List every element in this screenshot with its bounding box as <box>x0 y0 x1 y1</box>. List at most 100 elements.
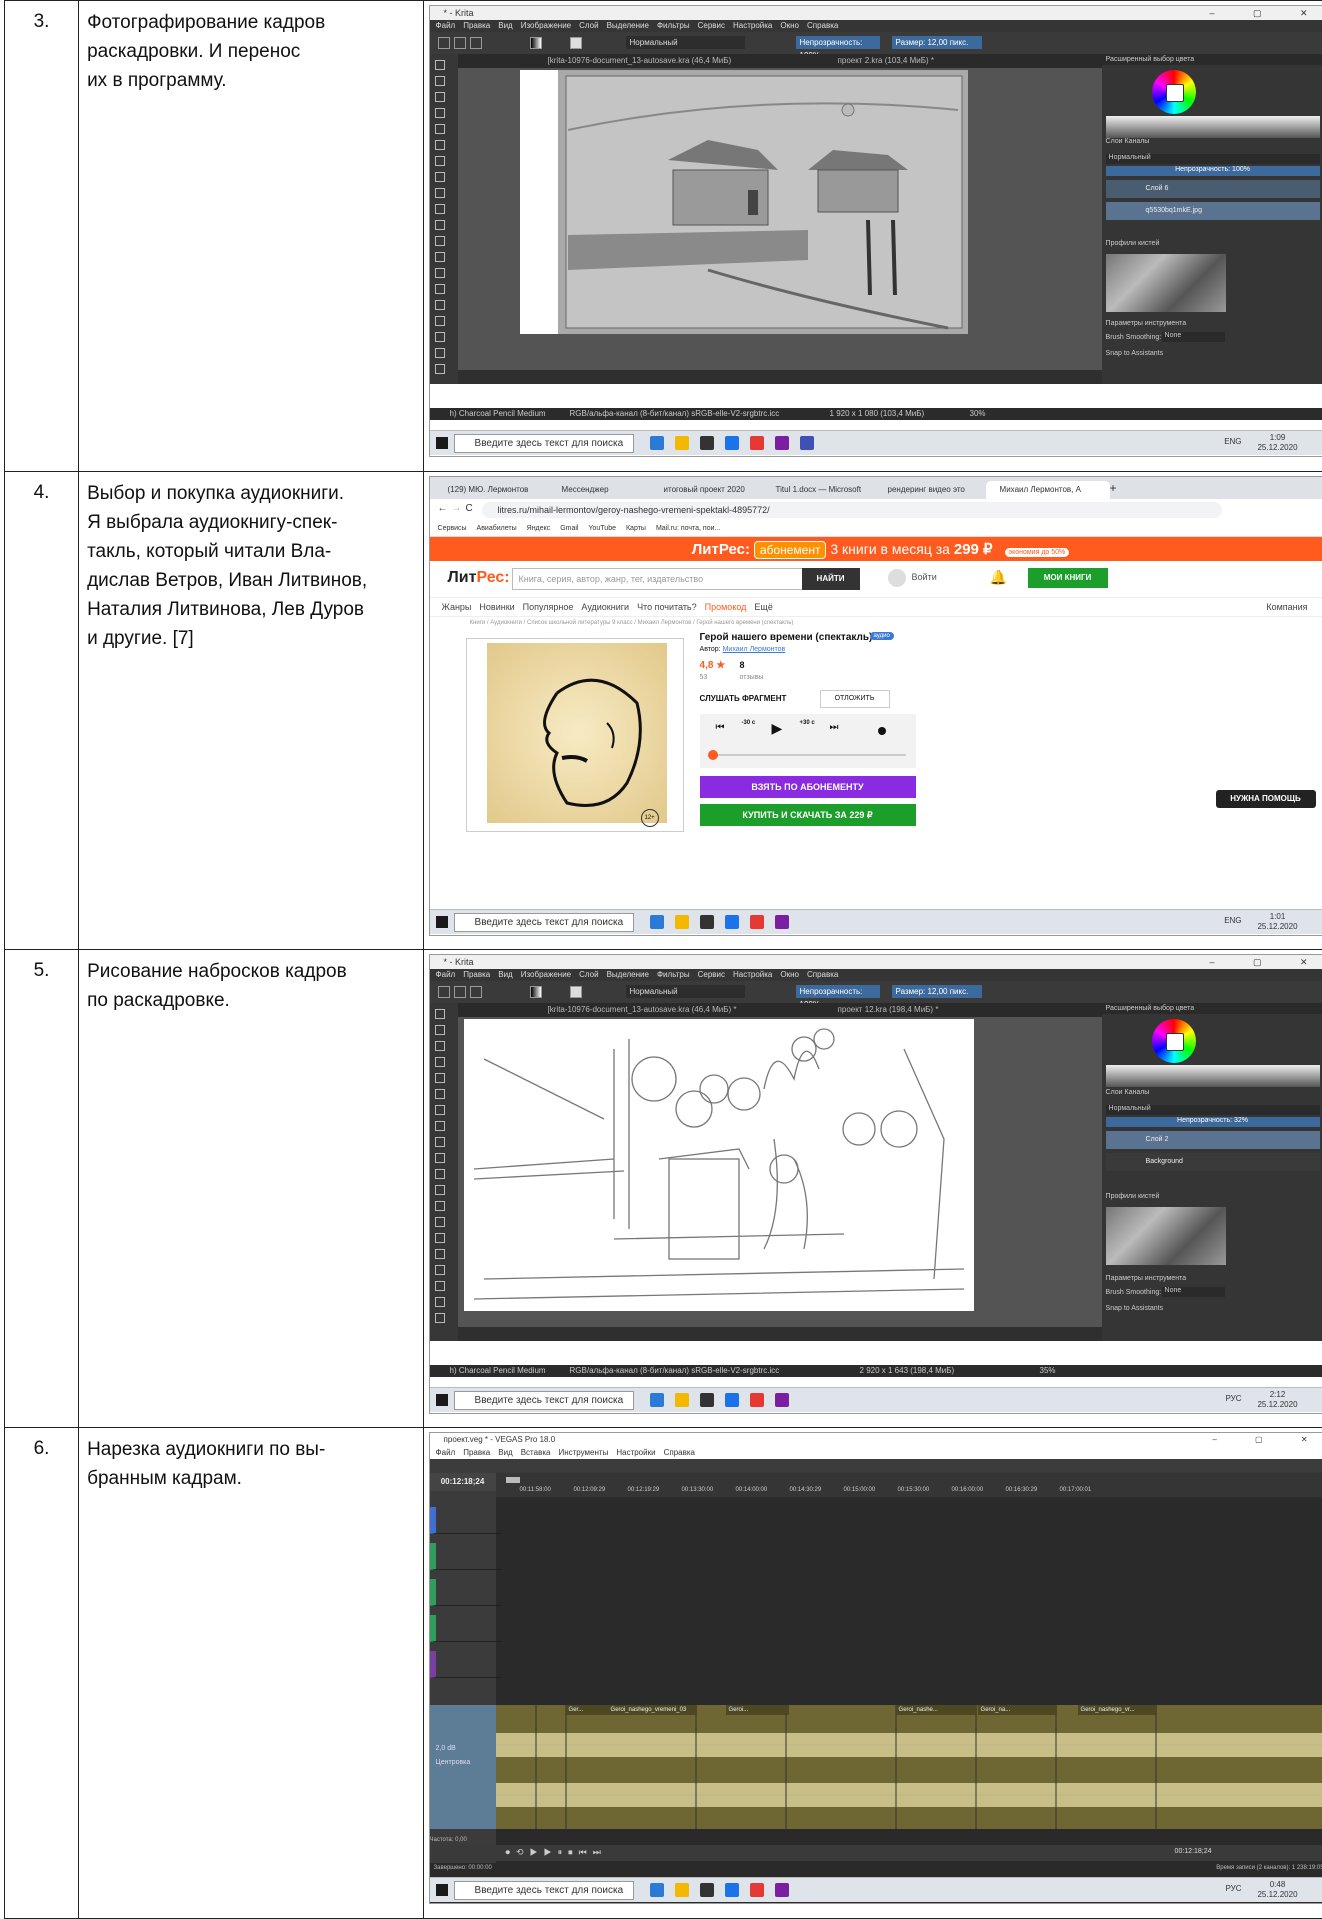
brush-preset-icon[interactable] <box>570 37 582 49</box>
language-indicator[interactable]: РУС <box>1226 1394 1242 1403</box>
menu-edit[interactable]: Правка <box>463 1448 490 1457</box>
gradient-icon[interactable] <box>530 37 542 49</box>
bookmark[interactable]: Карты <box>626 525 646 532</box>
forward-icon[interactable]: → <box>452 503 462 514</box>
audio-clip[interactable]: Geroi_nashe... <box>896 1705 977 1715</box>
bookmark[interactable]: Авиабилеты <box>477 525 517 532</box>
menu-file[interactable]: Файл <box>436 970 456 979</box>
tool-icon[interactable] <box>435 1137 445 1147</box>
tab-document-1[interactable]: [krita-10976-document_13-autosave.kra (4… <box>548 54 732 68</box>
tool-icon[interactable] <box>435 1249 445 1259</box>
tool-icon[interactable] <box>435 300 445 310</box>
reviews-count[interactable]: 8 <box>740 660 745 670</box>
tab-document-2[interactable]: проект 2.kra (103,4 МиБ) * <box>838 54 934 68</box>
nav-more[interactable]: Ещё <box>754 602 772 612</box>
menu-settings[interactable]: Настройки <box>616 1448 655 1457</box>
tool-icon[interactable] <box>435 1297 445 1307</box>
bookmark[interactable]: YouTube <box>588 525 616 532</box>
back-icon[interactable]: ← <box>438 503 448 514</box>
menu-layer[interactable]: Слой <box>579 970 598 979</box>
subscribe-button[interactable]: ВЗЯТЬ ПО АБОНЕМЕНТУ <box>700 776 916 798</box>
buy-button[interactable]: КУПИТЬ И СКАЧАТЬ ЗА 229 ₽ <box>700 804 916 826</box>
progress-handle[interactable] <box>708 750 718 760</box>
audio-track-header[interactable]: 2,0 dB Центровка <box>430 1705 496 1829</box>
app-icon[interactable] <box>700 1883 714 1897</box>
browser-tab[interactable]: (129) МЮ. Лермонтов <box>434 481 560 499</box>
bookmark[interactable]: Сервисы <box>438 525 467 532</box>
tool-icon[interactable] <box>435 316 445 326</box>
layers-tabs[interactable]: Слои Каналы <box>1106 1089 1150 1096</box>
browser-tab-active[interactable]: Михаил Лермонтов, А <box>986 481 1110 499</box>
tool-icon[interactable] <box>435 140 445 150</box>
tool-icon[interactable] <box>435 1041 445 1051</box>
app-icon[interactable] <box>725 1883 739 1897</box>
breadcrumb[interactable]: Книги / Аудиокниги / Список школьной лит… <box>430 617 1322 626</box>
tool-icon[interactable] <box>435 124 445 134</box>
tool-icon[interactable] <box>435 1089 445 1099</box>
tool-icon[interactable] <box>435 156 445 166</box>
taskbar-clock[interactable]: 1:0125.12.2020 <box>1257 912 1297 932</box>
menu-settings[interactable]: Настройка <box>733 970 772 979</box>
skip-end-icon[interactable]: ⏭ <box>830 722 839 733</box>
layers-tabs[interactable]: Слои Каналы <box>1106 138 1150 145</box>
marker-flag[interactable] <box>506 1477 520 1483</box>
app-icon[interactable] <box>700 1393 714 1407</box>
nav-what-to-read[interactable]: Что почитать? <box>637 602 697 612</box>
taskbar-search[interactable]: Введите здесь текст для поиска <box>454 1391 634 1410</box>
save-icon[interactable] <box>470 986 482 998</box>
tool-icon[interactable] <box>435 1153 445 1163</box>
menu-edit[interactable]: Правка <box>463 970 490 979</box>
tool-icon[interactable] <box>435 268 445 278</box>
layer-blend-select[interactable]: Нормальный <box>1106 154 1320 164</box>
new-icon[interactable] <box>438 37 450 49</box>
nav-promo[interactable]: Промокод <box>705 602 747 612</box>
app-icon[interactable] <box>750 1883 764 1897</box>
window-controls[interactable]: – ▢ ✕ <box>1209 6 1322 20</box>
app-icon[interactable] <box>725 436 739 450</box>
window-controls[interactable]: – ▢ ✕ <box>1209 955 1322 969</box>
tool-icon[interactable] <box>435 172 445 182</box>
tool-icon[interactable] <box>435 1201 445 1211</box>
taskbar-clock[interactable]: 2:1225.12.2020 <box>1257 1390 1297 1410</box>
my-books-button[interactable]: МОИ КНИГИ <box>1028 568 1108 588</box>
video-track-header[interactable] <box>430 1543 502 1570</box>
taskbar-clock[interactable]: 1:0925.12.2020 <box>1257 433 1297 453</box>
app-icon[interactable] <box>675 1393 689 1407</box>
window-controls[interactable]: – ▢ ✕ <box>1212 1433 1322 1447</box>
menu-image[interactable]: Изображение <box>521 970 571 979</box>
tool-icon[interactable] <box>435 108 445 118</box>
video-track-header[interactable] <box>430 1651 502 1678</box>
nav-company[interactable]: Компания <box>1266 598 1307 616</box>
nav-audiobooks[interactable]: Аудиокниги <box>581 602 629 612</box>
subscription-banner[interactable]: ЛитРес: абонемент 3 книги в месяц за 299… <box>430 537 1322 561</box>
user-avatar[interactable] <box>888 569 906 587</box>
tool-icon[interactable] <box>435 348 445 358</box>
taskbar-search[interactable]: Введите здесь текст для поиска <box>454 913 634 932</box>
app-icon[interactable] <box>675 1883 689 1897</box>
brush-presets-grid[interactable] <box>1106 1207 1226 1265</box>
menu-insert[interactable]: Вставка <box>521 1448 551 1457</box>
progress-track[interactable] <box>710 754 906 756</box>
tool-icon[interactable] <box>435 1105 445 1115</box>
app-icon[interactable] <box>750 915 764 929</box>
language-indicator[interactable]: ENG <box>1224 916 1241 925</box>
app-icon[interactable] <box>775 915 789 929</box>
audio-pan[interactable]: Центровка <box>436 1759 471 1766</box>
tool-icon[interactable] <box>435 236 445 246</box>
new-tab-icon[interactable]: + <box>1110 481 1117 495</box>
tool-icon[interactable] <box>435 1313 445 1323</box>
tool-icon[interactable] <box>435 1121 445 1131</box>
open-icon[interactable] <box>454 37 466 49</box>
timeline-ruler[interactable]: 00:11:58:00 00:12:09:29 00:12:19:29 00:1… <box>496 1473 1322 1497</box>
menu-view[interactable]: Вид <box>498 21 512 30</box>
nav-new[interactable]: Новинки <box>479 602 514 612</box>
menu-tools[interactable]: Инструменты <box>558 1448 608 1457</box>
smoothing-select[interactable]: None <box>1162 1287 1225 1297</box>
size-slider[interactable]: Размер: 12,00 пикс. <box>892 985 982 998</box>
browser-tab[interactable]: рендеринг видео это <box>874 481 998 499</box>
color-wheel[interactable] <box>1152 1019 1196 1063</box>
menu-settings[interactable]: Настройка <box>733 21 772 30</box>
tool-icon[interactable] <box>435 364 445 374</box>
layer-opacity-slider[interactable]: Непрозрачность: 100% <box>1106 166 1320 176</box>
author-link[interactable]: Михаил Лермонтов <box>723 646 786 653</box>
